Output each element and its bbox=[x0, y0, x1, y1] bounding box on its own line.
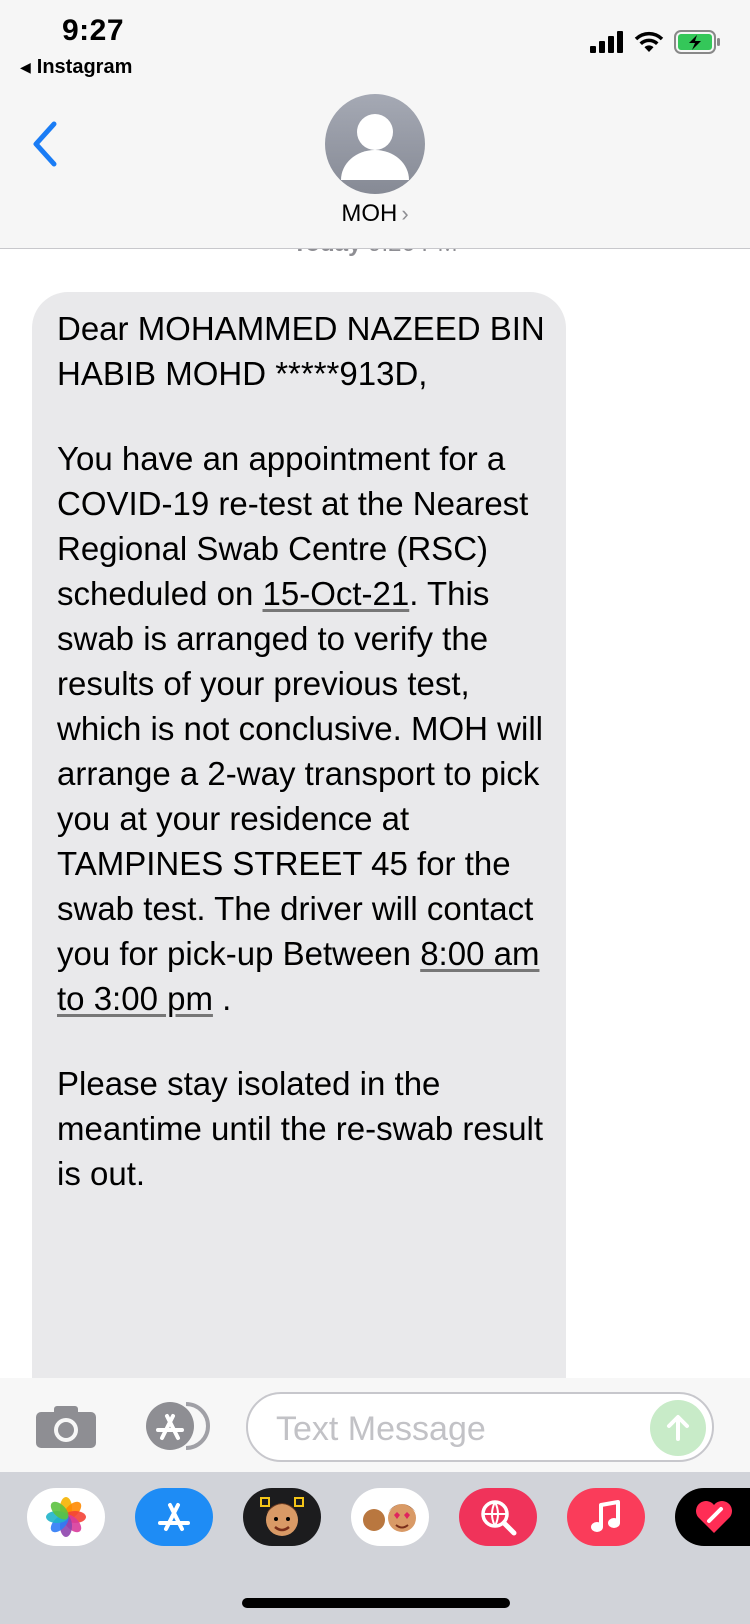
imessage-app-drawer bbox=[0, 1472, 750, 1624]
received-message-bubble[interactable]: Dear MOHAMMED NAZEED BIN HABIB MOHD ****… bbox=[32, 292, 566, 1422]
memoji-icon[interactable] bbox=[243, 1488, 321, 1546]
navigation-header: 9:27 ◀ Instagram MOH › bbox=[0, 0, 750, 249]
wifi-icon bbox=[634, 31, 664, 52]
status-icons bbox=[590, 30, 722, 54]
contact-avatar[interactable] bbox=[325, 94, 425, 194]
chevron-left-icon[interactable] bbox=[28, 116, 68, 172]
photos-icon[interactable] bbox=[27, 1488, 105, 1546]
back-to-app-link[interactable]: ◀ Instagram bbox=[20, 56, 132, 79]
memoji-stickers-icon[interactable] bbox=[351, 1488, 429, 1546]
image-search-icon[interactable] bbox=[459, 1488, 537, 1546]
globe-search-glyph bbox=[481, 1500, 517, 1536]
message-text-part: . bbox=[212, 980, 232, 1017]
photos-petals bbox=[46, 1497, 86, 1537]
message-greeting: Dear MOHAMMED NAZEED BIN HABIB MOHD ****… bbox=[57, 310, 545, 392]
cellular-signal-icon bbox=[590, 31, 623, 53]
text-message-field[interactable] bbox=[246, 1392, 714, 1462]
message-text-part: . This swab is arranged to verify the re… bbox=[57, 575, 543, 972]
home-indicator[interactable] bbox=[242, 1598, 510, 1608]
app-store-icon[interactable] bbox=[135, 1488, 213, 1546]
battery-charging-icon bbox=[674, 30, 720, 54]
back-app-label: Instagram bbox=[36, 56, 133, 78]
status-time: 9:27 bbox=[62, 14, 125, 47]
contact-name-button[interactable]: MOH › bbox=[0, 200, 750, 228]
date-link[interactable]: 15-Oct-21 bbox=[263, 575, 410, 612]
send-button[interactable] bbox=[650, 1400, 706, 1456]
digital-touch-heart bbox=[696, 1501, 732, 1533]
camera-icon[interactable] bbox=[34, 1404, 98, 1450]
text-message-input[interactable] bbox=[274, 1406, 638, 1452]
arrow-up-icon bbox=[667, 1415, 689, 1441]
chevron-right-icon: › bbox=[401, 201, 409, 226]
memoji-stickers-faces bbox=[363, 1504, 416, 1532]
message-appointment-details: You have an appointment for a COVID-19 r… bbox=[57, 436, 547, 1021]
app-store-glyph bbox=[158, 1503, 190, 1531]
message-composer bbox=[0, 1378, 750, 1472]
person-icon bbox=[341, 114, 409, 180]
message-isolation-note: Please stay isolated in the meantime unt… bbox=[57, 1065, 544, 1192]
digital-touch-icon[interactable] bbox=[675, 1488, 750, 1546]
contact-name: MOH bbox=[341, 200, 398, 227]
app-store-button-icon[interactable] bbox=[140, 1400, 212, 1452]
memoji-face bbox=[260, 1497, 304, 1536]
music-icon[interactable] bbox=[567, 1488, 645, 1546]
back-triangle-icon: ◀ bbox=[20, 59, 31, 75]
music-note-glyph bbox=[591, 1500, 620, 1532]
